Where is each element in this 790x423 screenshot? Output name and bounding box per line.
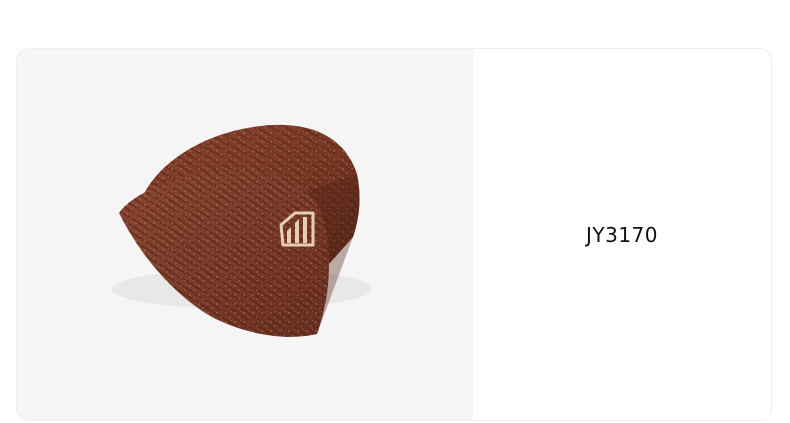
product-card[interactable]: JY3170 [16,48,772,421]
product-image[interactable] [17,49,473,420]
product-code: JY3170 [585,222,658,247]
product-info-panel: JY3170 [473,49,771,420]
beanie-image [112,124,372,337]
